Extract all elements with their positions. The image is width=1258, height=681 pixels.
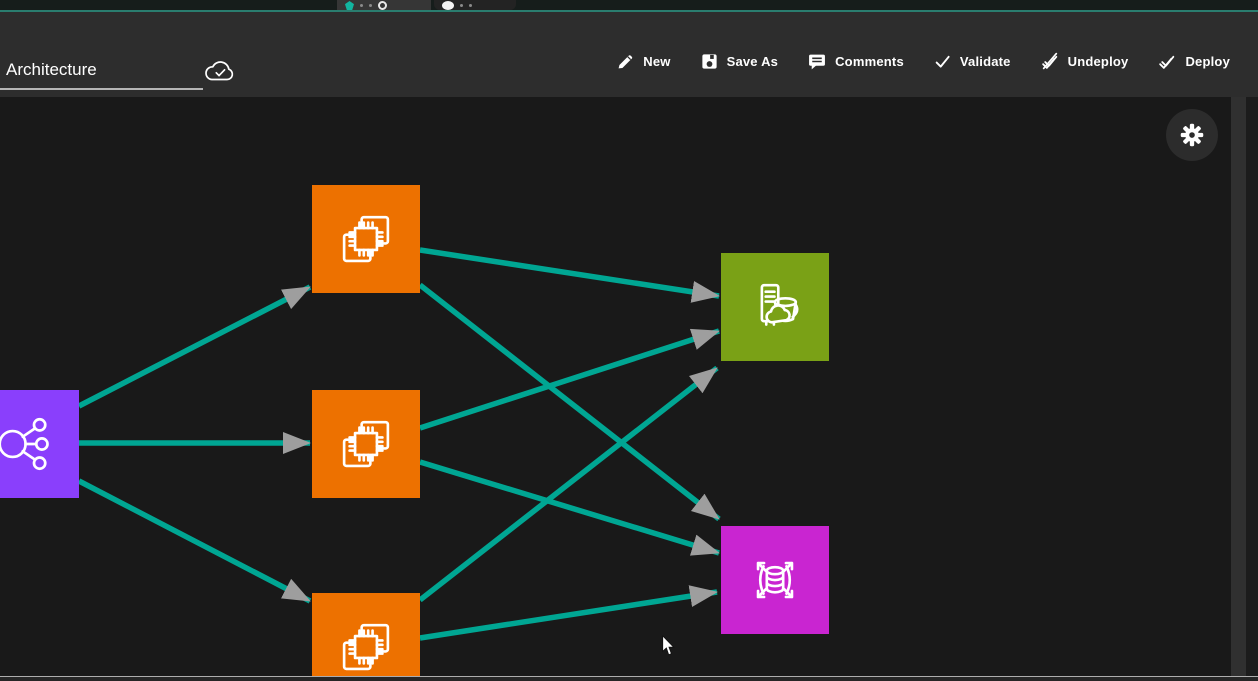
double-check-slash-icon [1041,52,1059,70]
button-label: Deploy [1185,54,1230,69]
ec2-instances-icon [331,204,401,274]
mouse-cursor [662,635,676,656]
new-button[interactable]: New [617,53,670,70]
tab-text-dot [369,4,372,7]
toolbar: New Save As Comments [0,12,1258,97]
architecture-name-field [0,56,240,90]
gear-icon [1177,120,1207,150]
node-database[interactable] [721,526,829,634]
ec2-instances-icon [331,612,401,676]
node-compute-top[interactable] [312,185,420,293]
storage-bucket-icon [740,272,810,342]
edge-load-balancer-to-compute-bottom [79,481,310,601]
button-label: New [643,54,670,69]
save-as-button[interactable]: Save As [701,53,779,70]
undeploy-button[interactable]: Undeploy [1041,52,1129,70]
comment-icon [808,53,826,70]
button-label: Comments [835,54,904,69]
tab-favicon-icon [378,1,387,10]
edge-compute-bottom-to-database [420,592,717,638]
edge-compute-top-to-storage [420,250,719,296]
bottom-edge [0,676,1258,681]
floppy-icon [701,53,718,70]
scalable-database-icon [740,545,810,615]
node-storage[interactable] [721,253,829,361]
canvas-settings-button[interactable] [1166,109,1218,161]
check-icon [934,53,951,70]
node-compute-middle[interactable] [312,390,420,498]
edge-compute-middle-to-storage [420,331,719,428]
comments-button[interactable]: Comments [808,53,904,70]
browser-tab-strip [0,0,1258,12]
validate-button[interactable]: Validate [934,53,1011,70]
ec2-instances-icon [331,409,401,479]
app-window: New Save As Comments [0,0,1258,681]
app-logo-icon [345,1,354,10]
load-balancer-icon [0,408,61,480]
tab2-favicon-icon [442,1,454,10]
diagram-canvas[interactable] [0,97,1231,676]
toolbar-actions: New Save As Comments [617,52,1230,70]
deploy-button[interactable]: Deploy [1158,52,1230,70]
edge-load-balancer-to-compute-top [79,287,310,406]
button-label: Validate [960,54,1011,69]
cloud-check-icon [204,58,236,84]
diagram-edges [0,97,1231,676]
architecture-name-input[interactable] [0,56,203,90]
button-label: Save As [727,54,779,69]
pencil-icon [617,53,634,70]
tab-text-dot [360,4,363,7]
node-compute-bottom[interactable] [312,593,420,676]
browser-tab-active[interactable] [337,0,431,10]
canvas-area [0,97,1258,676]
browser-tab-inactive[interactable] [434,0,516,10]
button-label: Undeploy [1068,54,1129,69]
tab-text-dot [469,4,472,7]
edge-compute-middle-to-database [420,462,719,553]
tab-text-dot [460,4,463,7]
vertical-scrollbar[interactable] [1231,97,1246,676]
node-load-balancer[interactable] [0,390,79,498]
double-check-icon [1158,52,1176,70]
